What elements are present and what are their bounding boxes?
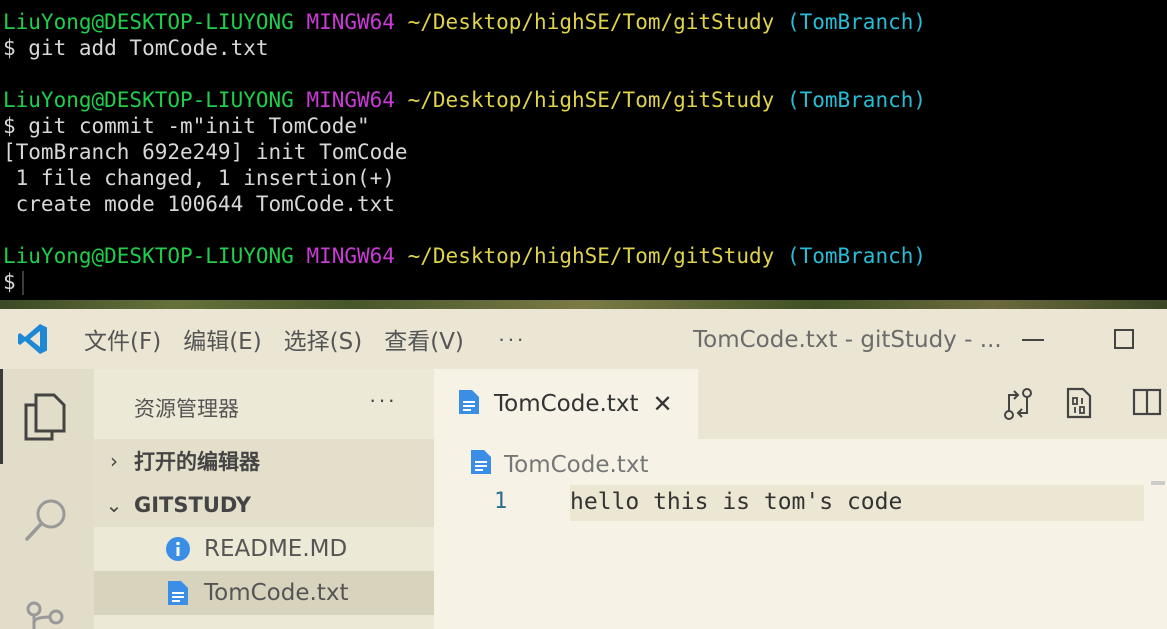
prompt-env: MINGW64 [306, 88, 395, 112]
source-control-icon[interactable] [20, 597, 70, 629]
breadcrumb[interactable]: TomCode.txt [470, 449, 648, 480]
prompt-symbol: $ [3, 270, 16, 294]
file-name: TomCode.txt [204, 580, 349, 606]
minimize-button[interactable] [1022, 339, 1044, 341]
tab-label: TomCode.txt [494, 391, 639, 417]
split-editor-icon[interactable] [1132, 387, 1162, 422]
terminal-output: 1 file changed, 1 insertion(+) [3, 166, 395, 190]
close-tab-button[interactable]: ✕ [652, 390, 672, 418]
terminal-command: $ git add TomCode.txt [3, 36, 269, 60]
prompt-path: ~/Desktop/highSE/Tom/gitStudy [407, 244, 775, 268]
terminal-command: $ git commit -m"init TomCode" [3, 114, 370, 138]
prompt-env: MINGW64 [306, 10, 395, 34]
explorer-more-button[interactable]: ··· [369, 387, 397, 413]
open-editors-label: 打开的编辑器 [134, 450, 260, 474]
file-item-tomcode[interactable]: TomCode.txt [94, 571, 434, 615]
file-icon [458, 389, 480, 420]
open-changes-icon[interactable] [1002, 387, 1034, 426]
maximize-button[interactable] [1114, 329, 1134, 349]
chevron-down-icon: ⌄ [105, 493, 123, 517]
menu-file[interactable]: 文件(F) [84, 322, 161, 356]
terminal-prompt: LiuYong@DESKTOP-LIUYONG MINGW64 ~/Deskto… [0, 87, 1167, 113]
menu-selection[interactable]: 选择(S) [284, 322, 363, 356]
prompt-user: LiuYong@DESKTOP-LIUYONG [3, 88, 294, 112]
file-icon [164, 579, 192, 607]
file-icon [470, 449, 492, 480]
prompt-path: ~/Desktop/highSE/Tom/gitStudy [407, 10, 775, 34]
prompt-branch: (TomBranch) [786, 10, 927, 34]
breadcrumb-label: TomCode.txt [504, 451, 649, 478]
folder-label: GITSTUDY [134, 493, 251, 517]
activity-bar [0, 369, 94, 629]
folder-section[interactable]: ⌄ GITSTUDY [94, 483, 434, 527]
code-line-text[interactable]: hello this is tom's code [570, 489, 902, 515]
terminal-prompt: LiuYong@DESKTOP-LIUYONG MINGW64 ~/Deskto… [0, 9, 1167, 35]
active-indicator [0, 369, 3, 464]
terminal-output: [TomBranch 692e249] init TomCode [3, 140, 408, 164]
chevron-right-icon: › [110, 449, 118, 473]
editor-area: TomCode.txt ✕ TomCode.txt 1 hello this i… [434, 369, 1167, 629]
prompt-user: LiuYong@DESKTOP-LIUYONG [3, 10, 294, 34]
prompt-env: MINGW64 [306, 244, 395, 268]
window-title: TomCode.txt - gitStudy - ... [693, 327, 1002, 353]
explorer-sidebar: 资源管理器 ··· › 打开的编辑器 ⌄ GITSTUDY README.MD [94, 369, 434, 629]
title-bar: 文件(F) 编辑(E) 选择(S) 查看(V) ··· TomCode.txt … [0, 309, 1167, 369]
prompt-path: ~/Desktop/highSE/Tom/gitStudy [407, 88, 775, 112]
prompt-branch: (TomBranch) [786, 88, 927, 112]
tab-tomcode[interactable]: TomCode.txt ✕ [434, 369, 698, 439]
menu-edit[interactable]: 编辑(E) [183, 322, 261, 356]
text-cursor [21, 271, 24, 295]
terminal-input-line[interactable]: $ [0, 269, 1167, 295]
menu-view[interactable]: 查看(V) [384, 322, 464, 356]
tab-bar: TomCode.txt ✕ [434, 369, 1167, 439]
file-item-readme[interactable]: README.MD [94, 527, 434, 571]
explorer-title: 资源管理器 [134, 397, 239, 421]
menu-more-button[interactable]: ··· [498, 326, 526, 352]
prompt-user: LiuYong@DESKTOP-LIUYONG [3, 244, 294, 268]
terminal-prompt: LiuYong@DESKTOP-LIUYONG MINGW64 ~/Deskto… [0, 243, 1167, 269]
binary-diff-icon[interactable] [1066, 387, 1092, 424]
info-icon [164, 535, 192, 563]
minimap[interactable] [1151, 481, 1165, 485]
explorer-icon[interactable] [20, 391, 70, 448]
open-editors-section[interactable]: › 打开的编辑器 [94, 439, 434, 483]
search-icon[interactable] [20, 494, 72, 551]
terminal-output: create mode 100644 TomCode.txt [3, 192, 395, 216]
line-number: 1 [494, 489, 508, 514]
prompt-branch: (TomBranch) [786, 244, 927, 268]
git-bash-terminal[interactable]: LiuYong@DESKTOP-LIUYONG MINGW64 ~/Deskto… [0, 0, 1167, 307]
vscode-window: 文件(F) 编辑(E) 选择(S) 查看(V) ··· TomCode.txt … [0, 309, 1167, 629]
vscode-logo-icon [0, 309, 66, 369]
file-name: README.MD [204, 536, 348, 562]
